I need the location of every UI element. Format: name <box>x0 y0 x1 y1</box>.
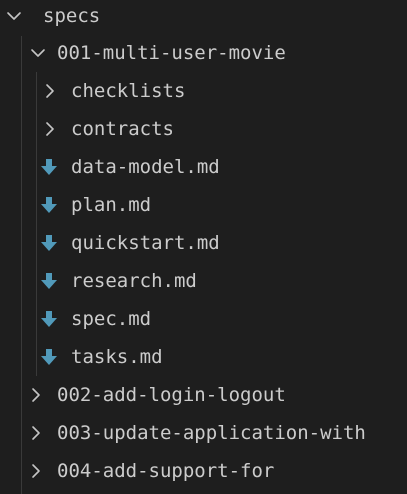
folder-row-004-add-support-for[interactable]: 004-add-support-for <box>0 452 407 490</box>
folder-row-001-multi-user-movie[interactable]: 001-multi-user-movie <box>0 34 407 72</box>
markdown-download-icon <box>41 349 57 365</box>
folder-row-checklists[interactable]: checklists <box>0 72 407 110</box>
file-label: data-model.md <box>71 156 220 178</box>
file-label: tasks.md <box>71 346 163 368</box>
markdown-download-icon <box>41 159 57 175</box>
chevron-right-icon <box>46 122 54 136</box>
file-label: research.md <box>71 270 197 292</box>
folder-row-003-update-application-with[interactable]: 003-update-application-with <box>0 414 407 452</box>
file-label: quickstart.md <box>71 232 220 254</box>
file-label: plan.md <box>71 194 152 216</box>
folder-label: 004-add-support-for <box>57 460 275 482</box>
chevron-down-icon <box>7 12 21 20</box>
file-row-plan-md[interactable]: plan.md <box>0 186 407 224</box>
folder-row-002-add-login-logout[interactable]: 002-add-login-logout <box>0 376 407 414</box>
file-label: spec.md <box>71 308 152 330</box>
markdown-download-icon <box>41 197 57 213</box>
file-row-tasks-md[interactable]: tasks.md <box>0 338 407 376</box>
folder-label: 001-multi-user-movie <box>57 42 286 64</box>
folder-row-specs[interactable]: specs <box>0 0 407 35</box>
folder-label: contracts <box>71 118 174 140</box>
file-row-quickstart-md[interactable]: quickstart.md <box>0 224 407 262</box>
markdown-download-icon <box>41 273 57 289</box>
chevron-right-icon <box>46 84 54 98</box>
chevron-right-icon <box>32 388 40 402</box>
chevron-down-icon <box>31 49 45 57</box>
markdown-download-icon <box>41 235 57 251</box>
file-explorer-tree: specs 001-multi-user-movie checklists co… <box>0 0 407 494</box>
chevron-right-icon <box>32 464 40 478</box>
file-row-spec-md[interactable]: spec.md <box>0 300 407 338</box>
folder-label: 003-update-application-with <box>57 422 366 444</box>
folder-row-contracts[interactable]: contracts <box>0 110 407 148</box>
chevron-right-icon <box>32 426 40 440</box>
file-row-data-model-md[interactable]: data-model.md <box>0 148 407 186</box>
folder-label: 002-add-login-logout <box>57 384 286 406</box>
file-row-research-md[interactable]: research.md <box>0 262 407 300</box>
folder-label: specs <box>43 5 101 27</box>
markdown-download-icon <box>41 311 57 327</box>
folder-label: checklists <box>71 80 186 102</box>
